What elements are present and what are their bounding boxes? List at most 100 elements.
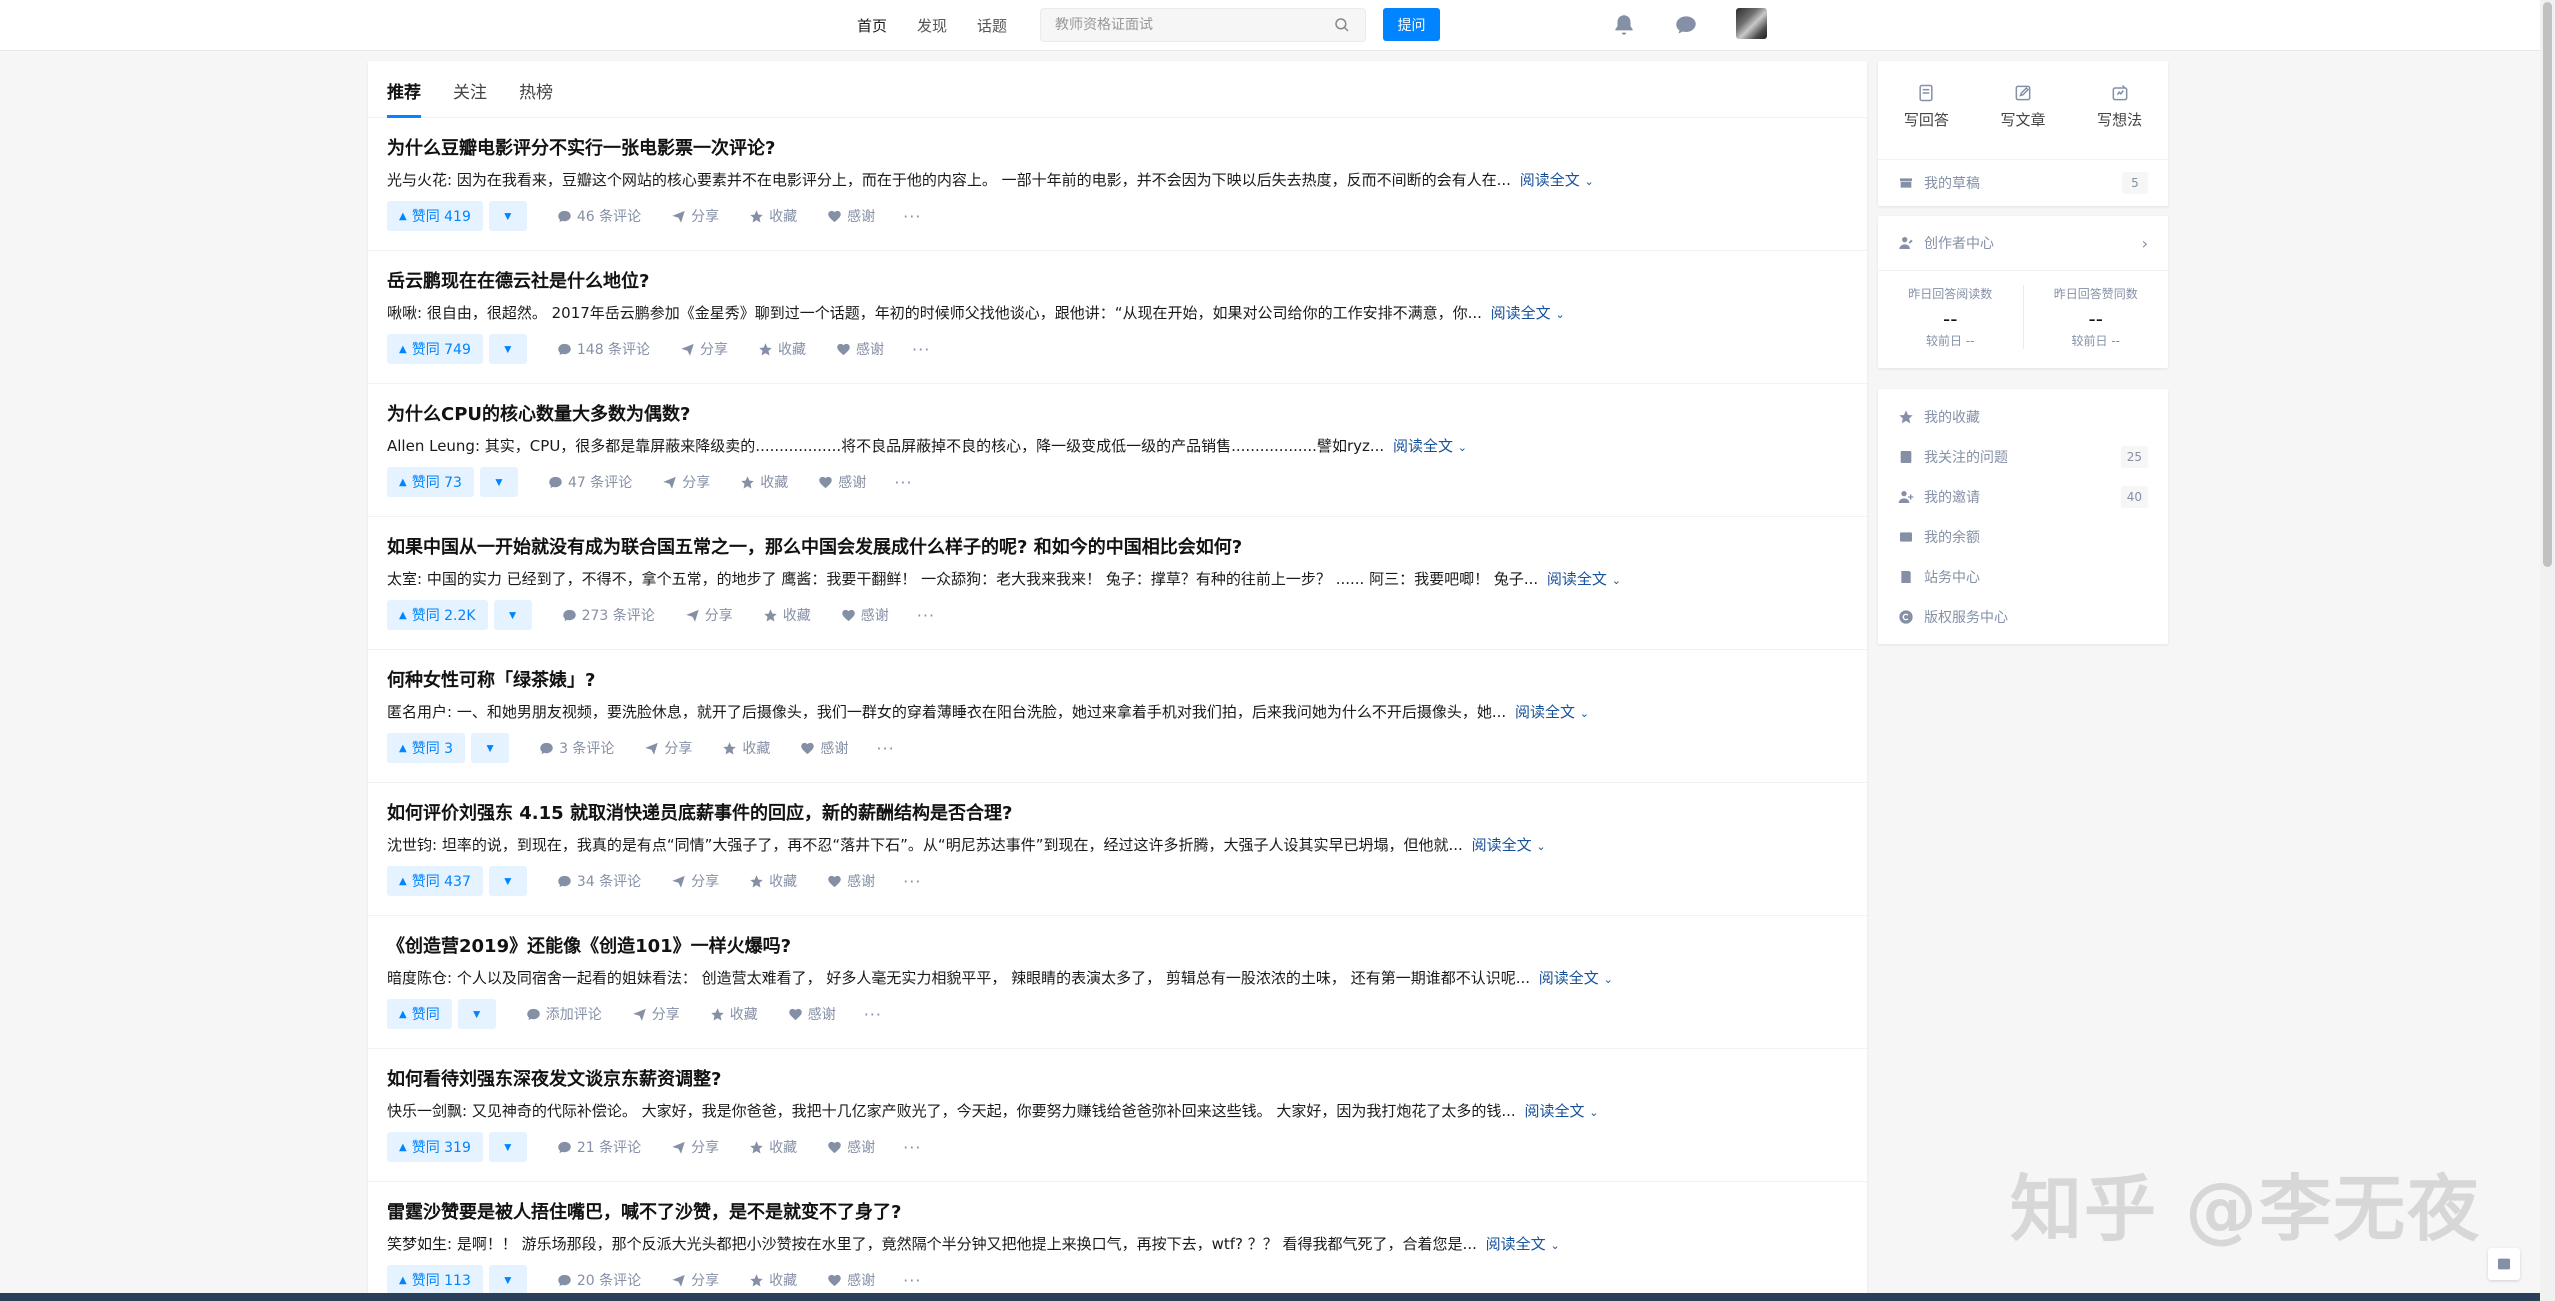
read-more-link[interactable]: 阅读全文 ⌄ [1547,570,1621,588]
share-button[interactable]: 分享 [671,871,719,891]
write-article-button[interactable]: 写文章 [1975,83,2072,159]
collect-button[interactable]: 收藏 [749,1137,797,1157]
answer-author[interactable]: 笑梦如生: [387,1235,452,1253]
sidebar-item-site-center[interactable]: 站务中心 [1878,557,2168,597]
upvote-button[interactable]: ▲ 赞同 437 [387,866,483,896]
downvote-button[interactable]: ▼ [488,866,527,896]
search-input[interactable] [1055,17,1333,33]
question-title[interactable]: 如何评价刘强东 4.15 就取消快递员底薪事件的回应，新的薪酬结构是否合理? [387,802,1848,826]
thanks-button[interactable]: 感谢 [818,472,866,492]
collect-button[interactable]: 收藏 [758,339,806,359]
ask-button[interactable]: 提问 [1383,8,1440,41]
thanks-button[interactable]: 感谢 [827,871,875,891]
share-button[interactable]: 分享 [680,339,728,359]
upvote-button[interactable]: ▲ 赞同 319 [387,1132,483,1162]
answer-excerpt[interactable]: 啾啾: 很自由，很超然。 2017年岳云鹏参加《金星秀》聊到过一个话题，年初的时… [387,302,1848,326]
creator-center-link[interactable]: 创作者中心 › [1878,216,2168,271]
read-more-link[interactable]: 阅读全文 ⌄ [1539,969,1613,987]
upvote-button[interactable]: ▲ 赞同 749 [387,334,483,364]
comment-button[interactable]: 34 条评论 [557,871,641,891]
downvote-button[interactable]: ▼ [488,1132,527,1162]
collect-button[interactable]: 收藏 [710,1004,758,1024]
comment-button[interactable]: 46 条评论 [557,206,641,226]
read-more-link[interactable]: 阅读全文 ⌄ [1491,304,1565,322]
sidebar-item-invitations[interactable]: 我的邀请 40 [1878,477,2168,517]
thanks-button[interactable]: 感谢 [788,1004,836,1024]
message-icon[interactable] [1673,12,1699,38]
comment-button[interactable]: 3 条评论 [539,738,614,758]
collect-button[interactable]: 收藏 [749,1270,797,1290]
downvote-button[interactable]: ▼ [488,334,527,364]
answer-author[interactable]: 匿名用户: [387,703,452,721]
drafts-row[interactable]: 我的草稿 5 [1878,160,2168,205]
share-button[interactable]: 分享 [671,206,719,226]
read-more-link[interactable]: 阅读全文 ⌄ [1472,836,1546,854]
downvote-button[interactable]: ▼ [471,733,510,763]
sidebar-item-followed-questions[interactable]: 我关注的问题 25 [1878,437,2168,477]
upvote-button[interactable]: ▲ 赞同 3 [387,733,466,763]
share-button[interactable]: 分享 [632,1004,680,1024]
thanks-button[interactable]: 感谢 [841,605,889,625]
more-button[interactable]: ··· [903,1271,921,1290]
answer-author[interactable]: 太室: [387,570,422,588]
sidebar-item-favorites[interactable]: 我的收藏 [1878,397,2168,437]
more-button[interactable]: ··· [903,872,921,891]
upvote-button[interactable]: ▲ 赞同 [387,999,452,1029]
question-title[interactable]: 为什么CPU的核心数量大多数为偶数? [387,403,1848,427]
downvote-button[interactable]: ▼ [493,600,532,630]
share-button[interactable]: 分享 [671,1137,719,1157]
share-button[interactable]: 分享 [662,472,710,492]
scrollbar-thumb[interactable] [2543,2,2552,567]
answer-excerpt[interactable]: 匿名用户: 一、和她男朋友视频，要洗脸休息，就开了后摄像头，我们一群女的穿着薄睡… [387,701,1848,725]
share-button[interactable]: 分享 [671,1270,719,1290]
share-button[interactable]: 分享 [685,605,733,625]
downvote-button[interactable]: ▼ [488,201,527,231]
comment-button[interactable]: 273 条评论 [562,605,655,625]
question-title[interactable]: 为什么豆瓣电影评分不实行一张电影票一次评论? [387,137,1848,161]
read-more-link[interactable]: 阅读全文 ⌄ [1486,1235,1560,1253]
answer-excerpt[interactable]: 太室: 中国的实力 已经到了，不得不，拿个五常，的地步了 鹰酱：我要干翻鲜！ 一… [387,568,1848,592]
search-icon[interactable] [1333,16,1351,34]
tab-hot[interactable]: 热榜 [519,78,553,117]
more-button[interactable]: ··· [894,473,912,492]
answer-author[interactable]: 暗度陈仓: [387,969,452,987]
thanks-button[interactable]: 感谢 [836,339,884,359]
read-more-link[interactable]: 阅读全文 ⌄ [1520,171,1594,189]
answer-excerpt[interactable]: 光与火花: 因为在我看来，豆瓣这个网站的核心要素并不在电影评分上，而在于他的内容… [387,169,1848,193]
read-more-link[interactable]: 阅读全文 ⌄ [1393,437,1467,455]
upvote-button[interactable]: ▲ 赞同 113 [387,1265,483,1295]
thanks-button[interactable]: 感谢 [800,738,848,758]
more-button[interactable]: ··· [917,606,935,625]
question-title[interactable]: 《创造营2019》还能像《创造101》一样火爆吗? [387,935,1848,959]
upvote-button[interactable]: ▲ 赞同 73 [387,467,474,497]
collect-button[interactable]: 收藏 [722,738,770,758]
nav-topics[interactable]: 话题 [977,15,1007,36]
bell-icon[interactable] [1611,12,1637,38]
tab-following[interactable]: 关注 [453,78,487,117]
sidebar-item-balance[interactable]: 我的余额 [1878,517,2168,557]
collect-button[interactable]: 收藏 [740,472,788,492]
tab-recommend[interactable]: 推荐 [387,78,421,118]
comment-button[interactable]: 47 条评论 [548,472,632,492]
comment-button[interactable]: 添加评论 [526,1004,602,1024]
thanks-button[interactable]: 感谢 [827,206,875,226]
more-button[interactable]: ··· [903,207,921,226]
answer-excerpt[interactable]: 笑梦如生: 是啊！！ 游乐场那段，那个反派大光头都把小沙赞按在水里了，竟然隔个半… [387,1233,1848,1257]
downvote-button[interactable]: ▼ [457,999,496,1029]
collect-button[interactable]: 收藏 [749,206,797,226]
sidebar-item-copyright[interactable]: 版权服务中心 [1878,597,2168,637]
upvote-button[interactable]: ▲ 赞同 419 [387,201,483,231]
answer-author[interactable]: 啾啾: [387,304,422,322]
answer-author[interactable]: 光与火花: [387,171,452,189]
answer-excerpt[interactable]: 暗度陈仓: 个人以及同宿舍一起看的姐妹看法： 创造营太难看了， 好多人毫无实力相… [387,967,1848,991]
answer-author[interactable]: 沈世钧: [387,836,437,854]
comment-button[interactable]: 20 条评论 [557,1270,641,1290]
question-title[interactable]: 如何看待刘强东深夜发文谈京东薪资调整? [387,1068,1848,1092]
upvote-button[interactable]: ▲ 赞同 2.2K [387,600,488,630]
write-answer-button[interactable]: 写回答 [1878,83,1975,159]
answer-excerpt[interactable]: Allen Leung: 其实，CPU，很多都是靠屏蔽来降级卖的........… [387,435,1848,459]
comment-button[interactable]: 21 条评论 [557,1137,641,1157]
collect-button[interactable]: 收藏 [749,871,797,891]
thanks-button[interactable]: 感谢 [827,1137,875,1157]
question-title[interactable]: 如果中国从一开始就没有成为联合国五常之一，那么中国会发展成什么样子的呢? 和如今… [387,536,1848,560]
